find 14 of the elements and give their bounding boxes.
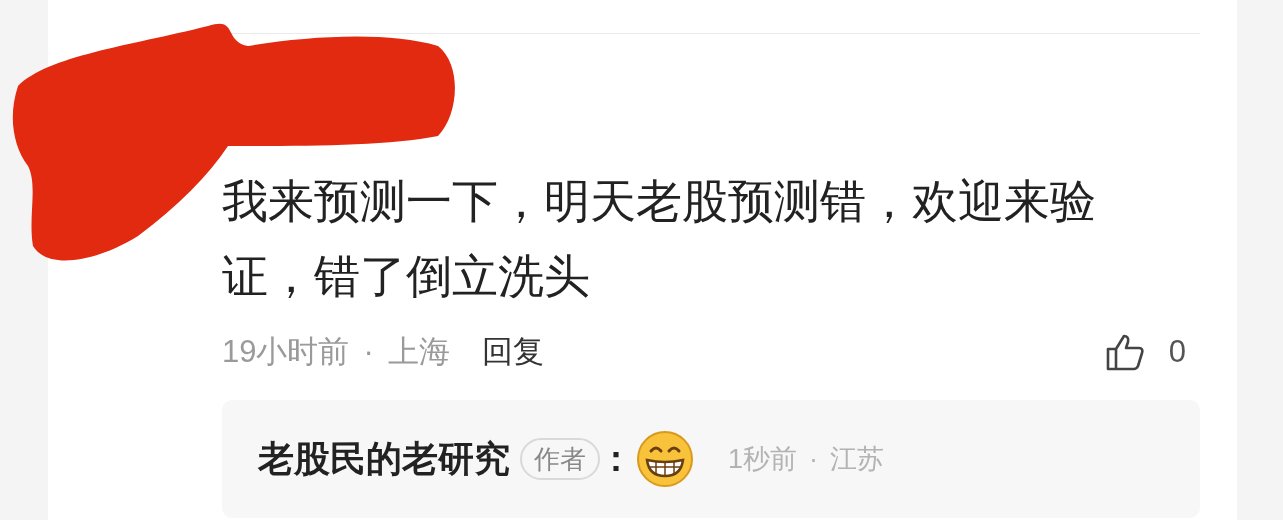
reply-author[interactable]: 老股民的老研究: [258, 432, 510, 486]
separator-dot: ·: [363, 332, 374, 371]
author-badge: 作者: [520, 438, 600, 480]
thumbs-up-icon[interactable]: [1104, 333, 1145, 371]
comment-time: 19小时前: [222, 332, 350, 371]
comment-text: 我来预测一下，明天老股预测错，欢迎来验证，错了倒立洗头: [222, 174, 1097, 304]
colon: :: [610, 437, 622, 481]
separator-dot: ·: [809, 442, 819, 476]
reply-time: 1秒前: [728, 442, 798, 476]
reply-link[interactable]: 回复: [481, 328, 544, 376]
comment-location: 上海: [387, 332, 450, 371]
reply-location: 江苏: [830, 442, 885, 476]
like-count: 0: [1168, 332, 1186, 371]
grinning-emoji-icon: [636, 430, 694, 488]
